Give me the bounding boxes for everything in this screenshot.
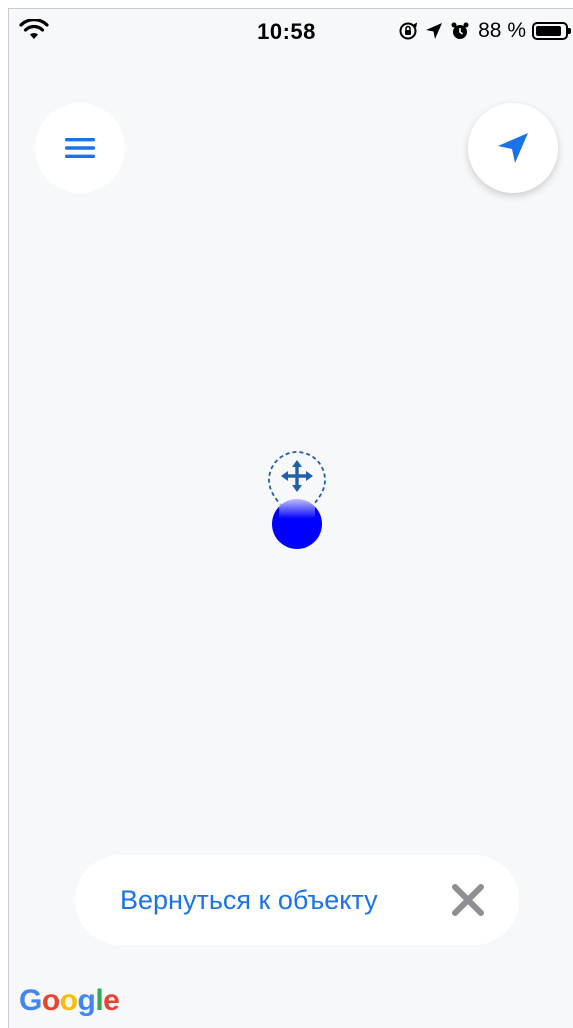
google-logo-letter: o (41, 984, 60, 1017)
status-right-group: 88 % (398, 18, 571, 44)
google-logo-letter: e (103, 984, 120, 1017)
close-button[interactable] (447, 879, 489, 921)
hamburger-menu-icon (65, 138, 95, 158)
dot-highlight (279, 497, 315, 519)
status-bar: 10:58 88 % (9, 9, 573, 55)
menu-button[interactable] (35, 103, 125, 193)
battery-icon (532, 22, 571, 40)
navigation-arrow-icon (498, 133, 528, 163)
orientation-lock-icon (399, 22, 418, 40)
battery-percent: 88 % (478, 19, 526, 42)
return-to-object-label[interactable]: Вернуться к объекту (120, 855, 378, 945)
google-logo-letter: o (59, 984, 78, 1017)
close-icon (452, 884, 484, 916)
google-logo-letter: G (19, 984, 42, 1017)
return-to-object-bar[interactable]: Вернуться к объекту (75, 855, 519, 945)
google-logo: Google (19, 984, 120, 1018)
battery-fill (536, 26, 561, 36)
map-screen[interactable]: 10:58 88 % Вернуться к объекту Google (8, 8, 573, 1028)
location-arrow-icon (426, 23, 443, 39)
google-logo-letter: l (95, 984, 104, 1017)
my-location-button[interactable] (468, 103, 558, 193)
google-logo-letter: g (77, 984, 96, 1017)
alarm-icon (451, 22, 469, 39)
